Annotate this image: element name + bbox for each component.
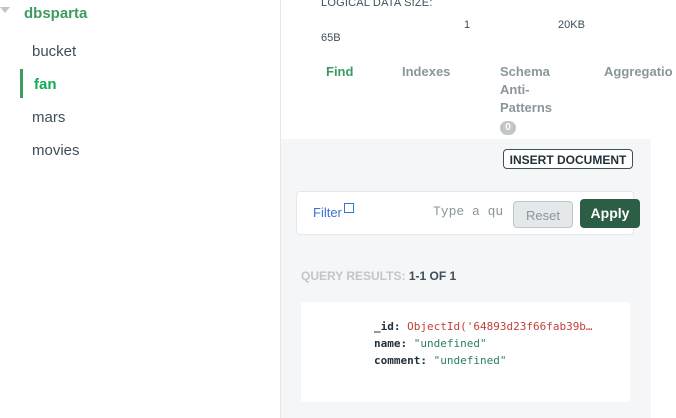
insert-document-button[interactable]: INSERT DOCUMENT <box>503 149 633 169</box>
query-results-count: 1-1 OF 1 <box>408 269 457 283</box>
collection-item-movies[interactable]: movies <box>32 142 80 159</box>
collection-item-fan[interactable]: fan <box>34 76 57 93</box>
tab-indexes[interactable]: Indexes <box>402 63 450 81</box>
tab-schema-anti-patterns[interactable]: Schema Anti- Patterns 0 <box>500 63 552 135</box>
active-indicator <box>20 69 23 98</box>
tab-label: Schema <box>500 64 550 79</box>
count-badge: 0 <box>500 121 516 135</box>
caret-down-icon[interactable] <box>0 7 10 13</box>
reset-button[interactable]: Reset <box>513 201 573 228</box>
filter-input[interactable]: Type a qu <box>433 204 505 222</box>
find-panel: INSERT DOCUMENT Filter Type a qu Reset A… <box>281 139 651 418</box>
document-field-name: name: "undefined" <box>374 337 487 350</box>
document-field-id: _id: ObjectId('64893d23f66fab39b… <box>374 320 619 333</box>
filter-bar: Filter Type a qu Reset Apply <box>296 191 640 235</box>
field-key: name: <box>374 337 408 350</box>
tab-label: Anti- <box>500 82 530 97</box>
database-name[interactable]: dbsparta <box>24 5 87 22</box>
collection-item-bucket[interactable]: bucket <box>32 43 76 60</box>
field-key: comment: <box>374 354 427 367</box>
field-key: _id: <box>374 320 401 333</box>
apply-button[interactable]: Apply <box>580 199 640 228</box>
stat-value: 1 <box>464 19 471 31</box>
sidebar: dbsparta bucket fan mars movies <box>0 0 281 418</box>
tab-find[interactable]: Find <box>326 63 353 81</box>
filter-label: Filter <box>313 205 342 220</box>
document-field-comment: comment: "undefined" <box>374 354 506 367</box>
tab-aggregations[interactable]: Aggregatio <box>604 63 673 81</box>
filter-link[interactable]: Filter <box>313 203 354 220</box>
field-value: "undefined" <box>433 354 507 367</box>
query-results-summary: QUERY RESULTS: 1-1 OF 1 <box>301 269 456 283</box>
stat-value: 20KB <box>558 19 585 31</box>
tab-label: Patterns <box>500 100 553 115</box>
collection-item-mars[interactable]: mars <box>32 109 65 126</box>
stat-value: 65B <box>321 32 341 44</box>
query-results-label: QUERY RESULTS: <box>301 269 406 283</box>
field-value: "undefined" <box>413 337 487 350</box>
external-link-icon <box>343 203 354 213</box>
field-value: ObjectId('64893d23f66fab39b… <box>407 320 593 333</box>
stats-label: LOGICAL DATA SIZE: <box>321 0 433 9</box>
document-card[interactable]: _id: ObjectId('64893d23f66fab39b… name: … <box>301 302 630 402</box>
main-content: LOGICAL DATA SIZE: 1 20KB 65B Find Index… <box>281 0 676 418</box>
